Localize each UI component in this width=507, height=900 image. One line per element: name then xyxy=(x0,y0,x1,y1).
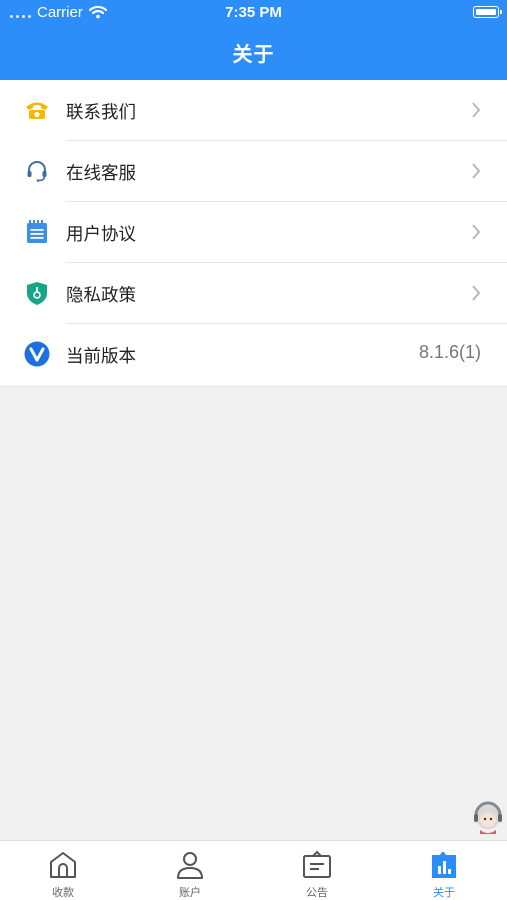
tab-label: 关于 xyxy=(433,886,455,899)
chevron-right-icon xyxy=(472,224,481,240)
about-menu-list: 联系我们 在线客服 用户协议 隐私政策 当前版本 8.1.6(1) xyxy=(0,80,507,385)
headset-icon xyxy=(24,158,50,184)
menu-item-label: 当前版本 xyxy=(66,347,136,367)
menu-item-online-service[interactable]: 在线客服 xyxy=(0,141,507,202)
tab-receive-payment[interactable]: 收款 xyxy=(0,841,126,900)
menu-item-label: 联系我们 xyxy=(66,103,136,123)
menu-item-privacy-policy[interactable]: 隐私政策 xyxy=(0,263,507,324)
menu-item-contact-us[interactable]: 联系我们 xyxy=(0,80,507,141)
tab-about[interactable]: 关于 xyxy=(381,841,507,900)
customer-service-avatar-button[interactable] xyxy=(470,800,506,836)
notice-board-icon xyxy=(303,850,331,878)
chevron-right-icon xyxy=(472,102,481,118)
tab-label: 收款 xyxy=(52,886,74,899)
navigation-header: Carrier 7:35 PM 关于 xyxy=(0,0,507,80)
user-icon xyxy=(177,852,203,879)
tab-label: 公告 xyxy=(306,886,328,899)
bar-chart-icon xyxy=(432,852,456,878)
menu-item-label: 用户协议 xyxy=(66,225,136,245)
version-icon xyxy=(24,341,50,367)
menu-item-label: 在线客服 xyxy=(66,164,136,184)
status-time: 7:35 PM xyxy=(225,4,282,21)
tab-account[interactable]: 账户 xyxy=(127,841,253,900)
menu-item-current-version: 当前版本 8.1.6(1) xyxy=(0,324,507,385)
bottom-tab-bar: 收款 账户 公告 关于 xyxy=(0,840,507,900)
page-title: 关于 xyxy=(232,42,275,66)
home-icon xyxy=(50,852,76,878)
menu-item-user-agreement[interactable]: 用户协议 xyxy=(0,202,507,263)
notepad-icon xyxy=(24,219,50,245)
shield-icon xyxy=(24,280,50,306)
menu-item-label: 隐私政策 xyxy=(66,286,136,306)
tab-announcement[interactable]: 公告 xyxy=(254,841,380,900)
about-screen: Carrier 7:35 PM 关于 联系我们 在线客服 用户协议 隐私政策 当… xyxy=(0,0,507,900)
chevron-right-icon xyxy=(472,163,481,179)
tab-label: 账户 xyxy=(179,886,201,899)
battery-icon xyxy=(473,6,502,18)
version-number: 8.1.6(1) xyxy=(418,342,481,362)
status-bar: Carrier 7:35 PM xyxy=(0,0,507,26)
chevron-right-icon xyxy=(472,285,481,301)
phone-icon xyxy=(24,97,50,123)
assistant-avatar-icon xyxy=(474,801,502,834)
